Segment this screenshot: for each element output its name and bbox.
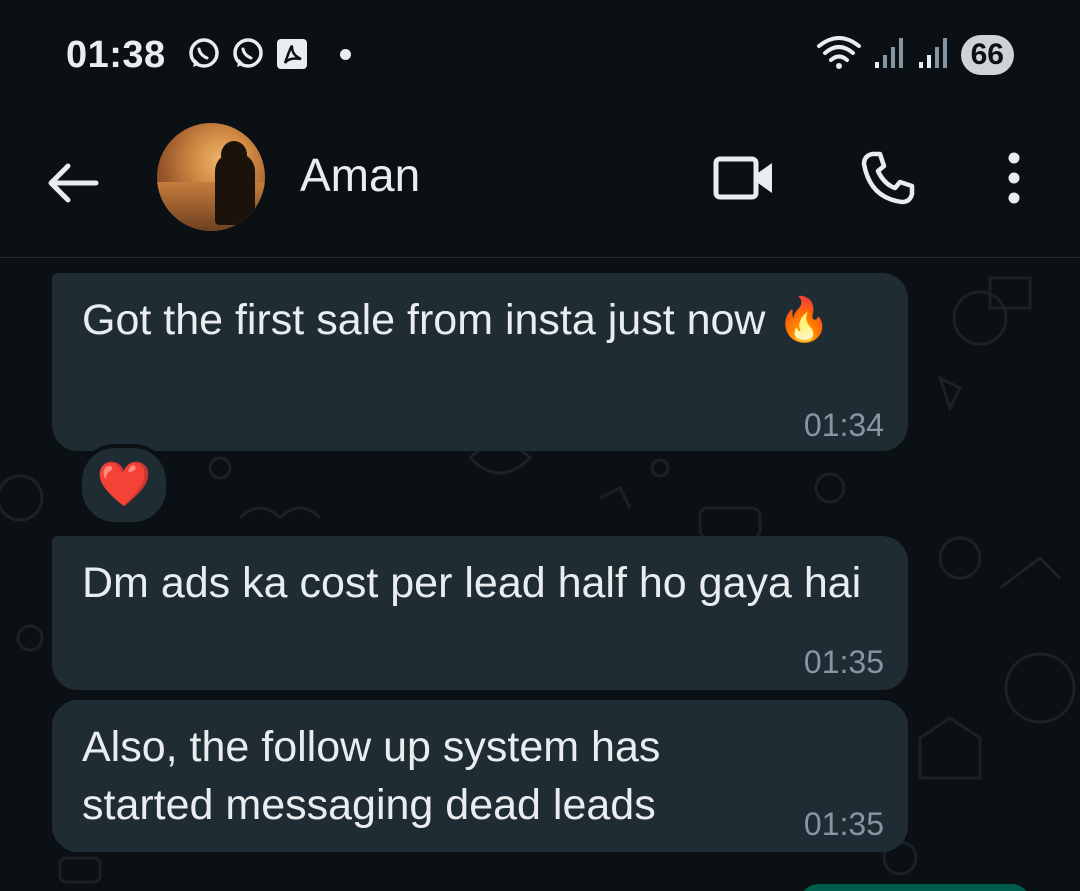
more-options-icon[interactable] (978, 142, 1050, 214)
message-time: 01:35 (803, 806, 884, 842)
signal-icon (873, 34, 907, 75)
pdf-icon (274, 36, 310, 72)
message-bubble[interactable]: Dm ads ka cost per lead half ho gaya hai… (52, 536, 908, 690)
outgoing-message-bubble[interactable] (800, 884, 1030, 891)
message-bubble[interactable]: Got the first sale from insta just now 🔥… (52, 273, 908, 451)
chat-header: Aman (0, 110, 1080, 258)
notification-dot (340, 48, 351, 60)
notification-icons (186, 36, 351, 72)
phone-icon[interactable] (852, 142, 924, 214)
signal-icon (917, 34, 951, 75)
status-time: 01:38 (66, 34, 166, 76)
contact-name[interactable]: Aman (300, 148, 420, 202)
status-bar: 01:38 66 (0, 0, 1080, 110)
reaction-badge[interactable]: ❤️ (78, 444, 170, 526)
message-bubble[interactable]: Also, the follow up system has started m… (52, 700, 908, 852)
wifi-icon (815, 34, 863, 75)
chat-area[interactable]: Got the first sale from insta just now 🔥… (0, 258, 1080, 891)
heart-reaction-icon: ❤️ (96, 460, 152, 509)
message-time: 01:35 (803, 644, 884, 680)
whatsapp-icon (230, 36, 266, 72)
message-time: 01:34 (803, 407, 884, 443)
system-indicators: 66 (815, 34, 1014, 75)
back-arrow-icon[interactable] (40, 150, 106, 216)
avatar[interactable] (157, 123, 265, 231)
whatsapp-icon (186, 36, 222, 72)
message-text: Got the first sale from insta just now 🔥 (82, 296, 831, 344)
message-text: Also, the follow up system has started m… (82, 723, 661, 829)
video-call-icon[interactable] (708, 142, 780, 214)
message-text: Dm ads ka cost per lead half ho gaya hai (82, 559, 862, 607)
battery-level: 66 (960, 34, 1014, 75)
